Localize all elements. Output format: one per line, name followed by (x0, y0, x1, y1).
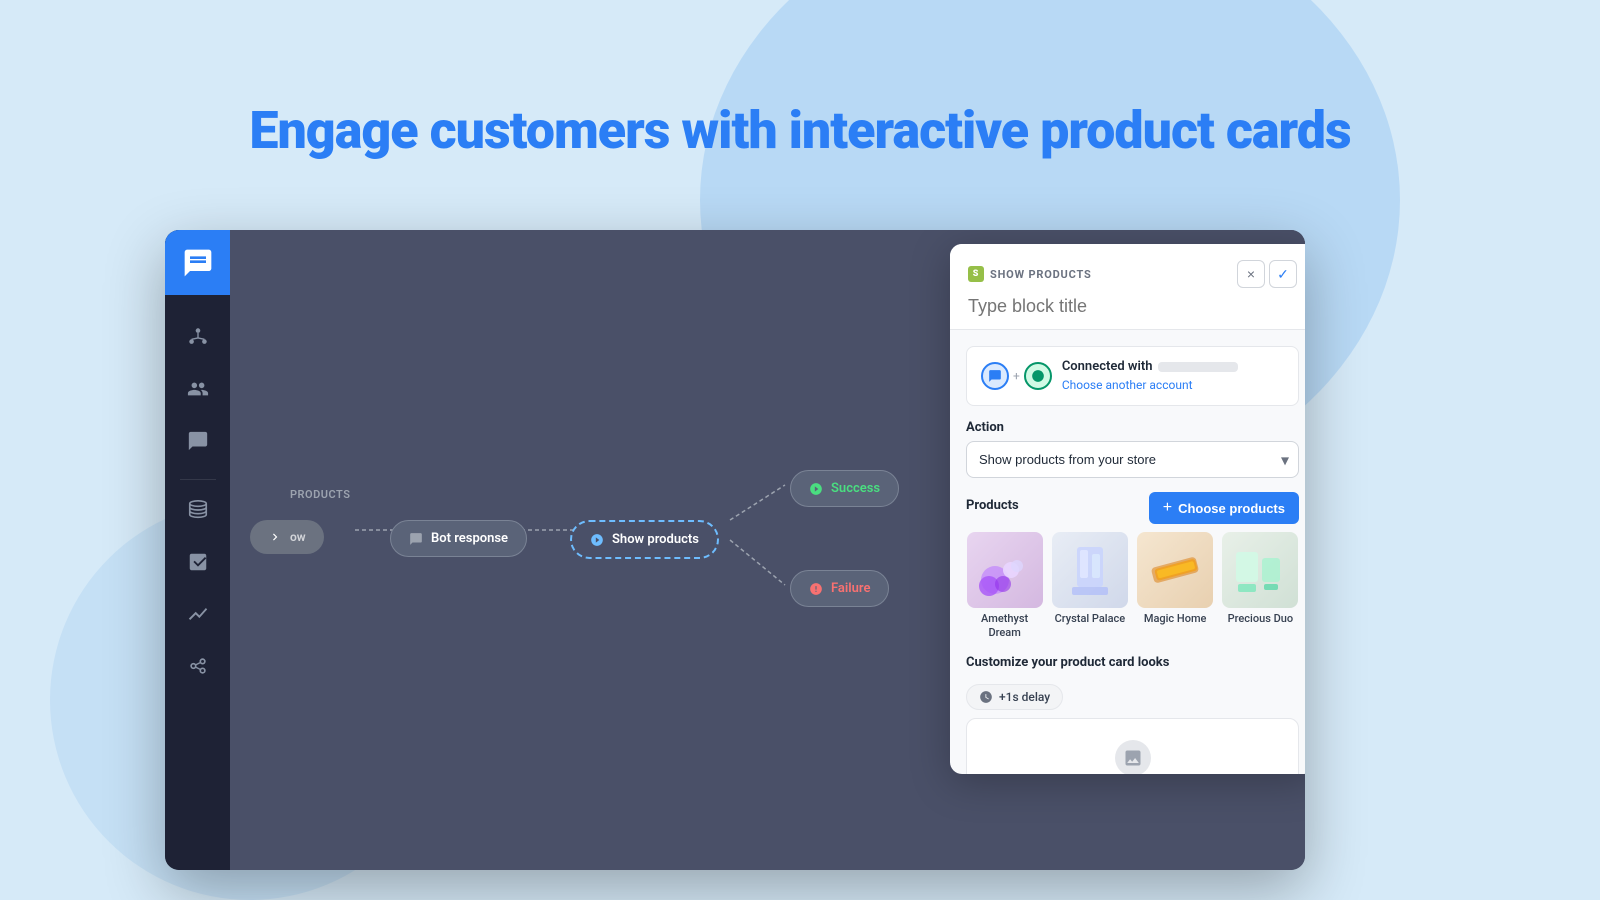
failure-node-icon (809, 582, 823, 596)
sidebar-item-integrations[interactable] (176, 644, 220, 688)
integrations-icon (187, 655, 209, 677)
product-name-amethyst: Amethyst Dream (966, 612, 1043, 641)
connected-icons: + (981, 362, 1052, 390)
panel-block-label: S SHOW PRODUCTS (968, 266, 1092, 282)
app-window: PRODUCTS ow Bot response Show products (165, 230, 1305, 870)
products-header: Products + Choose products (966, 492, 1299, 524)
choose-products-button[interactable]: + Choose products (1149, 492, 1299, 524)
contacts-icon (187, 378, 209, 400)
block-title-input[interactable] (968, 296, 1297, 317)
node-failure-label: Failure (831, 581, 870, 596)
choose-products-label: Choose products (1178, 501, 1285, 516)
show-products-node-icon (590, 533, 604, 547)
flow-node-icon (268, 530, 282, 544)
preview-card (966, 718, 1299, 774)
block-type-label: SHOW PRODUCTS (990, 268, 1092, 281)
node-show-products[interactable]: Show products (570, 520, 719, 559)
trends-icon (187, 603, 209, 625)
node-flow-label: ow (290, 530, 306, 544)
action-section: Action Show products from your store ▾ (966, 420, 1299, 478)
sidebar-item-trends[interactable] (176, 592, 220, 636)
store-icon-bubble (1024, 362, 1052, 390)
sidebar-item-conversations[interactable] (176, 419, 220, 463)
panel-body: + Connected with Choose another accoun (950, 330, 1305, 774)
customize-section-label: Customize your product card looks (966, 655, 1299, 670)
product-card-amethyst[interactable]: Amethyst Dream (966, 532, 1043, 641)
connected-account-bar (1158, 362, 1238, 372)
products-section: Products + Choose products (966, 492, 1299, 641)
product-img-magic (1137, 532, 1213, 608)
confirm-button[interactable]: ✓ (1269, 260, 1297, 288)
node-success[interactable]: Success (790, 470, 899, 507)
product-name-crystal: Crystal Palace (1055, 612, 1126, 626)
product-card-crystal[interactable]: Crystal Palace (1051, 532, 1128, 641)
product-img-precious (1222, 532, 1298, 608)
main-heading: Engage customers with interactive produc… (249, 100, 1350, 161)
close-button[interactable]: × (1237, 260, 1265, 288)
delay-badge[interactable]: +1s delay (966, 684, 1063, 710)
action-section-label: Action (966, 420, 1299, 435)
sidebar-divider-1 (180, 479, 216, 480)
product-card-precious[interactable]: Precious Duo (1222, 532, 1299, 641)
app-bubble-icon (988, 369, 1002, 383)
connected-with-label: Connected with (1062, 359, 1284, 374)
panel-header-actions: × ✓ (1237, 260, 1297, 288)
plus-icon: + (1163, 499, 1172, 517)
node-bot-label: Bot response (431, 531, 508, 546)
amethyst-artwork (967, 532, 1043, 608)
node-success-label: Success (831, 481, 880, 496)
block-label: PRODUCTS (290, 488, 350, 501)
sidebar-item-analytics[interactable] (176, 540, 220, 584)
products-grid: Amethyst Dream (966, 532, 1299, 641)
store-bubble-icon (1031, 369, 1045, 383)
plus-sign: + (1013, 369, 1020, 383)
node-failure[interactable]: Failure (790, 570, 889, 607)
sidebar-item-contacts[interactable] (176, 367, 220, 411)
connected-box: + Connected with Choose another accoun (966, 346, 1299, 406)
delay-label: +1s delay (999, 690, 1050, 704)
product-img-amethyst (967, 532, 1043, 608)
product-name-precious: Precious Duo (1228, 612, 1294, 626)
chat-logo-icon (182, 247, 214, 279)
magic-artwork (1137, 532, 1213, 608)
action-select[interactable]: Show products from your store (966, 441, 1299, 478)
node-flow[interactable]: ow (250, 520, 324, 554)
node-show-products-label: Show products (612, 532, 699, 547)
heading-prefix: Engage customers with (249, 100, 788, 161)
org-icon (187, 326, 209, 348)
sidebar-logo[interactable] (165, 230, 230, 295)
sidebar (165, 230, 230, 870)
crystal-artwork (1052, 532, 1128, 608)
product-name-magic: Magic Home (1144, 612, 1207, 626)
action-select-wrapper: Show products from your store ▾ (966, 441, 1299, 478)
bot-node-icon (409, 532, 423, 546)
sidebar-item-org[interactable] (176, 315, 220, 359)
success-node-icon (809, 482, 823, 496)
clock-icon (979, 690, 993, 704)
sidebar-item-database[interactable] (176, 488, 220, 532)
conversations-icon (187, 430, 209, 452)
panel-header: S SHOW PRODUCTS × ✓ (950, 244, 1305, 330)
precious-artwork (1222, 532, 1298, 608)
product-card-magic[interactable]: Magic Home (1137, 532, 1214, 641)
image-placeholder-icon (1123, 748, 1143, 768)
connected-text: Connected with Choose another account (1062, 359, 1284, 393)
heading-highlight: interactive product cards (789, 100, 1351, 161)
shopify-icon: S (968, 266, 984, 282)
products-section-label: Products (966, 498, 1019, 513)
customize-section: Customize your product card looks +1s de… (966, 655, 1299, 774)
panel-header-top: S SHOW PRODUCTS × ✓ (968, 260, 1297, 288)
preview-placeholder-icon (1115, 740, 1151, 774)
show-products-panel: S SHOW PRODUCTS × ✓ (950, 244, 1305, 774)
choose-account-link[interactable]: Choose another account (1062, 378, 1193, 392)
product-img-crystal (1052, 532, 1128, 608)
app-icon-bubble (981, 362, 1009, 390)
database-icon (187, 499, 209, 521)
analytics-icon (187, 551, 209, 573)
canvas-area: PRODUCTS ow Bot response Show products (230, 230, 1305, 870)
node-bot-response[interactable]: Bot response (390, 520, 527, 557)
